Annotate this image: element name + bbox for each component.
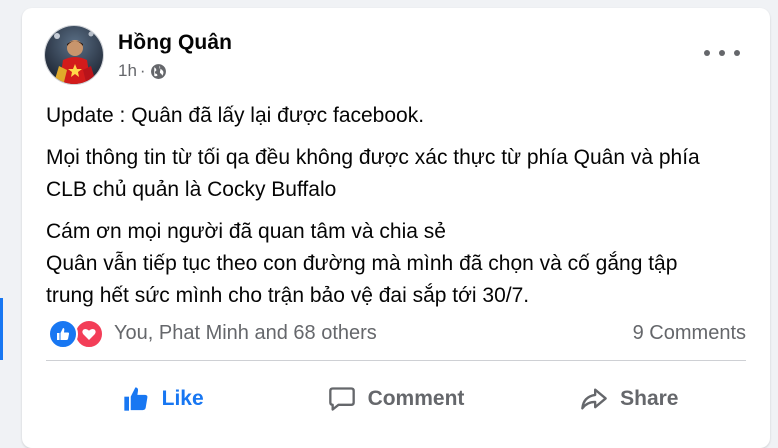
thumbs-up-icon: [123, 387, 148, 411]
share-icon: [581, 388, 607, 410]
post-paragraph: Mọi thông tin từ tối qa đều không được x…: [46, 142, 766, 206]
post-paragraph: Update : Quân đã lấy lại được facebook.: [46, 100, 766, 132]
post-text-line: Mọi thông tin từ tối qa đều không được x…: [46, 146, 700, 169]
scroll-focus-indicator: [0, 298, 3, 360]
comment-label: Comment: [367, 387, 465, 410]
more-dot-icon: [704, 50, 710, 56]
meta-separator: ·: [139, 61, 146, 80]
comment-icon: [328, 387, 355, 411]
post-text: Update : Quân đã lấy lại được facebook. …: [46, 100, 766, 322]
post-paragraph: Cám ơn mọi người đã quan tâm và chia sẻ …: [46, 216, 766, 312]
reactions-bar: You, Phat Minh and 68 others 9 Comments: [48, 318, 746, 349]
like-button[interactable]: Like: [46, 370, 279, 428]
globe-icon[interactable]: [150, 63, 167, 80]
divider: [46, 360, 746, 361]
post-actions: Like Comment Share: [46, 370, 746, 428]
reaction-icons[interactable]: [48, 319, 104, 349]
post-meta: 1h ·: [118, 61, 167, 81]
author-avatar[interactable]: [44, 25, 104, 85]
more-options-button[interactable]: [704, 41, 740, 65]
more-dot-icon: [734, 50, 740, 56]
post-text-line: trung hết sức mình cho trận bảo vệ đai s…: [46, 284, 530, 307]
more-dot-icon: [719, 50, 725, 56]
post-text-line: Quân vẫn tiếp tục theo con đường mà mình…: [46, 252, 678, 275]
comment-button[interactable]: Comment: [279, 370, 512, 428]
like-reaction-icon: [48, 319, 78, 349]
post-header: Hồng Quân 1h ·: [44, 25, 750, 87]
reactions-summary[interactable]: You, Phat Minh and 68 others: [114, 322, 377, 345]
like-label: Like: [161, 387, 204, 410]
post-text-line: Cám ơn mọi người đã quan tâm và chia sẻ: [46, 220, 446, 243]
avatar-image: [45, 26, 103, 84]
post-text-line: CLB chủ quản là Cocky Buffalo: [46, 178, 337, 201]
comments-count[interactable]: 9 Comments: [633, 322, 746, 345]
post-time[interactable]: 1h: [118, 61, 137, 81]
share-label: Share: [620, 387, 679, 410]
love-reaction-icon: [74, 319, 104, 349]
author-name[interactable]: Hồng Quân: [118, 31, 232, 55]
post-text-line: Update : Quân đã lấy lại được facebook.: [46, 104, 425, 127]
share-button[interactable]: Share: [513, 370, 746, 428]
post-card: Hồng Quân 1h · Update : Quân đã lấy lại …: [22, 8, 770, 448]
